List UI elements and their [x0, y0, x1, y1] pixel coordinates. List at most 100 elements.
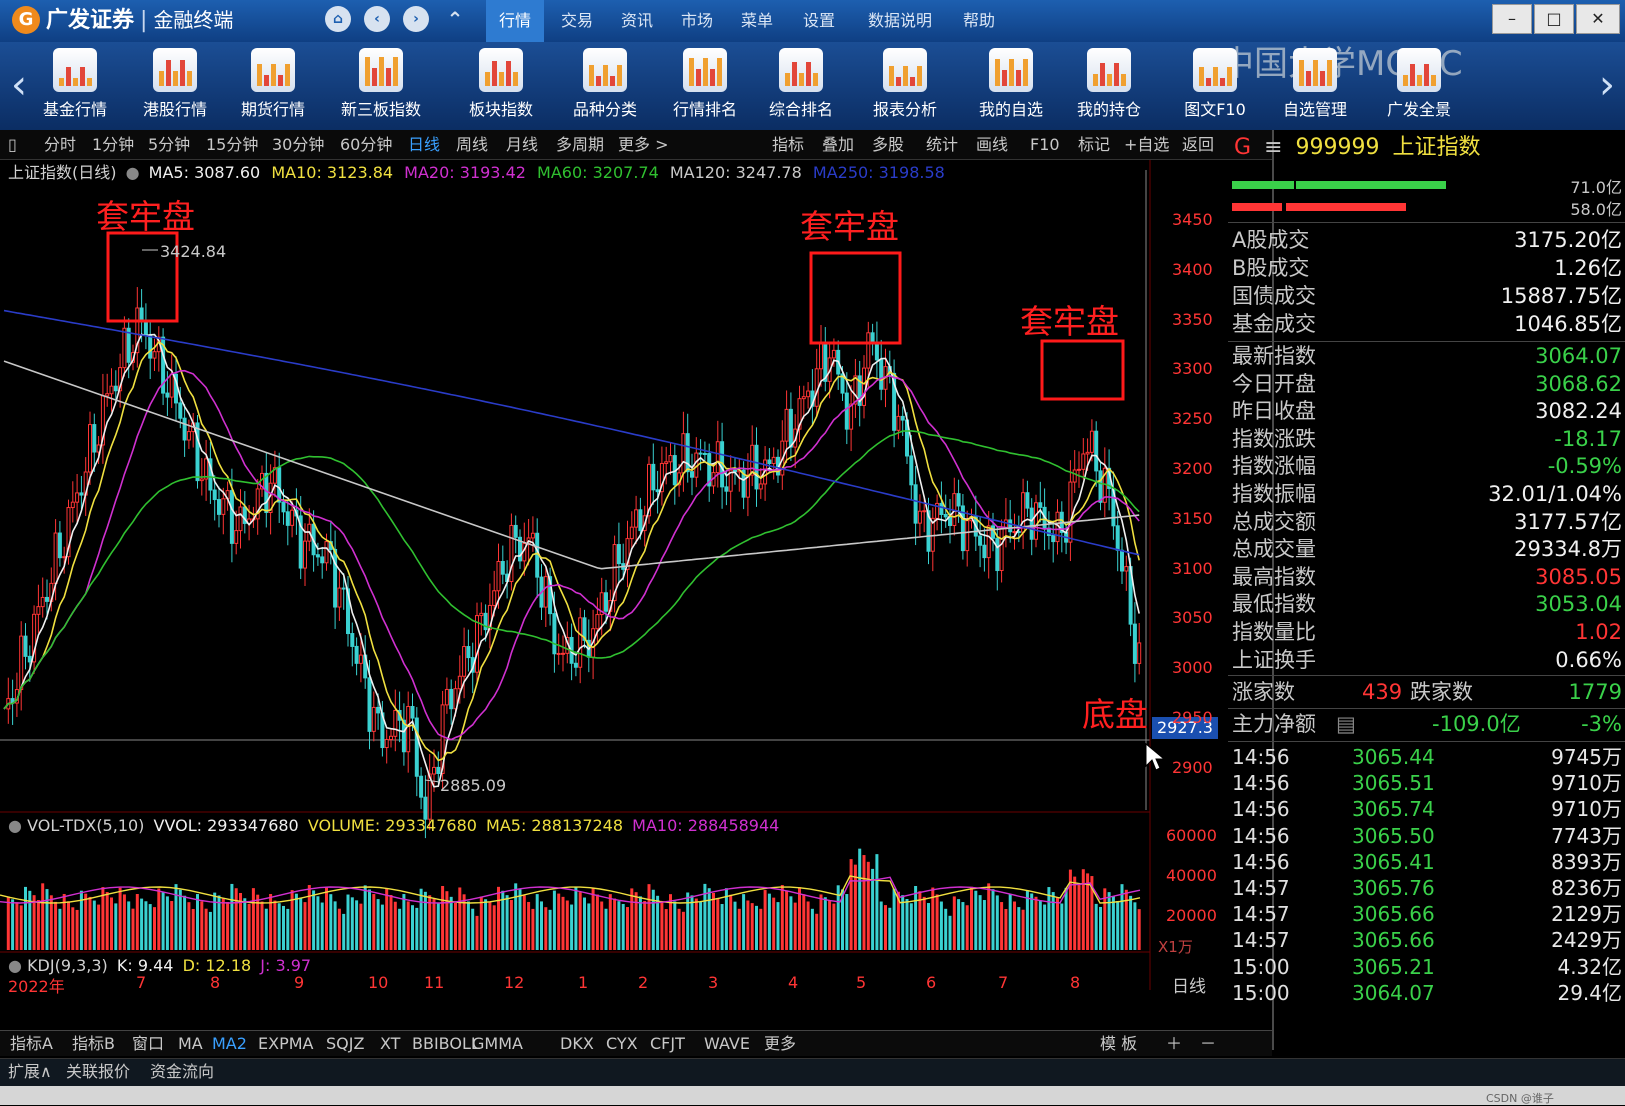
period-tab-8[interactable]: 月线 — [506, 132, 538, 158]
toolbar-item-4[interactable]: 板块指数 — [456, 46, 546, 126]
toolbar-item-3[interactable]: 新三板指数 — [336, 46, 426, 126]
quote-menu-icon[interactable]: ≡ — [1264, 135, 1282, 160]
period-tab-1[interactable]: 1分钟 — [92, 132, 134, 158]
menu-news[interactable]: 资讯 — [608, 0, 666, 42]
indicator-tab-1[interactable]: 指标B — [72, 1032, 115, 1056]
stat-value: 3177.57亿 — [1514, 509, 1622, 534]
chart-tool-2[interactable]: 多股 — [872, 132, 904, 158]
indicator-tab-7[interactable]: XT — [380, 1032, 400, 1056]
indicator-tab-4[interactable]: MA2 — [212, 1032, 247, 1056]
volume-bar — [58, 908, 62, 950]
toolbar-right-arrow-icon[interactable]: › — [1592, 60, 1622, 110]
ext-tab-0[interactable]: 扩展∧ — [8, 1060, 52, 1084]
period-tab-5[interactable]: 60分钟 — [340, 132, 392, 158]
candle-body — [492, 590, 497, 606]
menu-market[interactable]: 市场 — [668, 0, 726, 42]
legend-toggle-icon[interactable]: ● — [126, 163, 140, 182]
indicator-tab-2[interactable]: 窗口 — [132, 1032, 164, 1056]
vol-toggle-icon[interactable]: ● — [8, 816, 22, 835]
toolbar-item-11[interactable]: 图文F10 — [1170, 46, 1260, 126]
indicator-tab-6[interactable]: SQJZ — [326, 1032, 364, 1056]
toolbar-item-6[interactable]: 行情排名 — [660, 46, 750, 126]
volume-bar — [88, 896, 92, 950]
indicator-tab-9[interactable]: GMMA — [472, 1032, 523, 1056]
chart-tool-4[interactable]: 画线 — [976, 132, 1008, 158]
candle-body — [496, 561, 501, 592]
add-window-icon[interactable]: ＋ — [1166, 1032, 1182, 1056]
toolbar-item-2[interactable]: 期货行情 — [228, 46, 318, 126]
menu-data-desc[interactable]: 数据说明 — [855, 0, 945, 42]
menu-settings[interactable]: 设置 — [790, 0, 848, 42]
period-tab-6[interactable]: 日线 — [408, 132, 440, 158]
volume-bar — [217, 895, 221, 950]
chart-tool-0[interactable]: 指标 — [772, 132, 804, 158]
period-tab-4[interactable]: 30分钟 — [272, 132, 324, 158]
quote-g-mark: G — [1234, 135, 1252, 160]
menu-trade[interactable]: 交易 — [548, 0, 606, 42]
chart-tool-6[interactable]: 标记 — [1078, 132, 1110, 158]
indicator-tab-8[interactable]: BBIBOLL — [412, 1032, 480, 1056]
month-tick: 8 — [210, 973, 221, 992]
menu-menu[interactable]: 菜单 — [728, 0, 786, 42]
ext-tab-1[interactable]: 关联报价 — [66, 1060, 130, 1084]
period-tab-0[interactable]: 分时 — [44, 132, 76, 158]
candle-body — [638, 509, 643, 532]
stat-row: 昨日收盘 3082.24 — [1232, 397, 1622, 426]
chart-tool-3[interactable]: 统计 — [926, 132, 958, 158]
period-tab-10[interactable]: 更多 > — [618, 132, 669, 158]
remove-window-icon[interactable]: － — [1200, 1032, 1216, 1056]
toolbar-item-12[interactable]: 自选管理 — [1270, 46, 1360, 126]
forward-icon[interactable]: › — [403, 6, 429, 32]
volume-bar — [1017, 907, 1021, 950]
indicator-tab-12[interactable]: CFJT — [650, 1032, 685, 1056]
main-legend: 上证指数(日线) ● MA5: 3087.60 MA10: 3123.84 MA… — [8, 162, 945, 184]
toolbar-item-0[interactable]: 基金行情 — [30, 46, 120, 126]
tick-row: 14:57 3065.66 2129万 — [1232, 901, 1622, 928]
indicator-tab-5[interactable]: EXPMA — [258, 1032, 313, 1056]
indicator-tab-3[interactable]: MA — [178, 1032, 203, 1056]
candle-body — [715, 441, 720, 474]
ext-tab-2[interactable]: 资金流向 — [150, 1060, 214, 1084]
volume-bar — [957, 899, 961, 950]
candle-body — [376, 706, 381, 714]
toolbar-item-8[interactable]: 报表分析 — [860, 46, 950, 126]
period-tab-2[interactable]: 5分钟 — [148, 132, 190, 158]
indicator-tab-0[interactable]: 指标A — [10, 1032, 53, 1056]
maximize-button[interactable]: □ — [1534, 4, 1574, 34]
toolbar-item-9[interactable]: 我的自选 — [966, 46, 1056, 126]
back-icon[interactable]: ‹ — [364, 6, 390, 32]
toolbar-item-5[interactable]: 品种分类 — [560, 46, 650, 126]
indicator-tab-11[interactable]: CYX — [606, 1032, 638, 1056]
period-tab-9[interactable]: 多周期 — [556, 132, 604, 158]
candle-body — [767, 459, 772, 465]
period-tab-7[interactable]: 周线 — [456, 132, 488, 158]
candle-body — [199, 478, 204, 482]
menu-help[interactable]: 帮助 — [950, 0, 1008, 42]
toolbar-item-1[interactable]: 港股行情 — [130, 46, 220, 126]
toolbar-item-10[interactable]: 我的持仓 — [1064, 46, 1154, 126]
minimize-button[interactable]: – — [1492, 4, 1532, 34]
home-icon[interactable]: ⌂ — [325, 6, 351, 32]
indicator-tab-10[interactable]: DKX — [560, 1032, 594, 1056]
volume-bar — [750, 903, 754, 950]
stat-value: 0.66% — [1555, 647, 1622, 672]
template-button[interactable]: 模 板 — [1100, 1032, 1137, 1056]
chart-tool-1[interactable]: 叠加 — [822, 132, 854, 158]
candle-body — [1132, 623, 1137, 664]
chart-tool-5[interactable]: F10 — [1030, 132, 1060, 158]
period-tab-3[interactable]: 15分钟 — [206, 132, 258, 158]
toolbar-item-13[interactable]: 广发全景 — [1374, 46, 1464, 126]
period-sidebar-icon[interactable]: ▯ — [8, 132, 17, 158]
close-button[interactable]: ✕ — [1576, 4, 1620, 34]
kline-chart[interactable] — [0, 160, 1272, 1040]
period-indicator: 日线 — [1172, 977, 1206, 997]
indicator-tab-14[interactable]: 更多 — [764, 1032, 796, 1056]
volume-bar — [1124, 889, 1128, 950]
indicator-tab-13[interactable]: WAVE — [704, 1032, 750, 1056]
collapse-up-icon[interactable]: ⌃ — [442, 6, 468, 32]
capital-toggle-icon[interactable]: ▤ — [1336, 710, 1356, 739]
chart-tool-8[interactable]: 返回 — [1182, 132, 1214, 158]
menu-quotes[interactable]: 行情 — [486, 0, 544, 42]
toolbar-item-7[interactable]: 综合排名 — [756, 46, 846, 126]
chart-tool-7[interactable]: +自选 — [1124, 132, 1169, 158]
